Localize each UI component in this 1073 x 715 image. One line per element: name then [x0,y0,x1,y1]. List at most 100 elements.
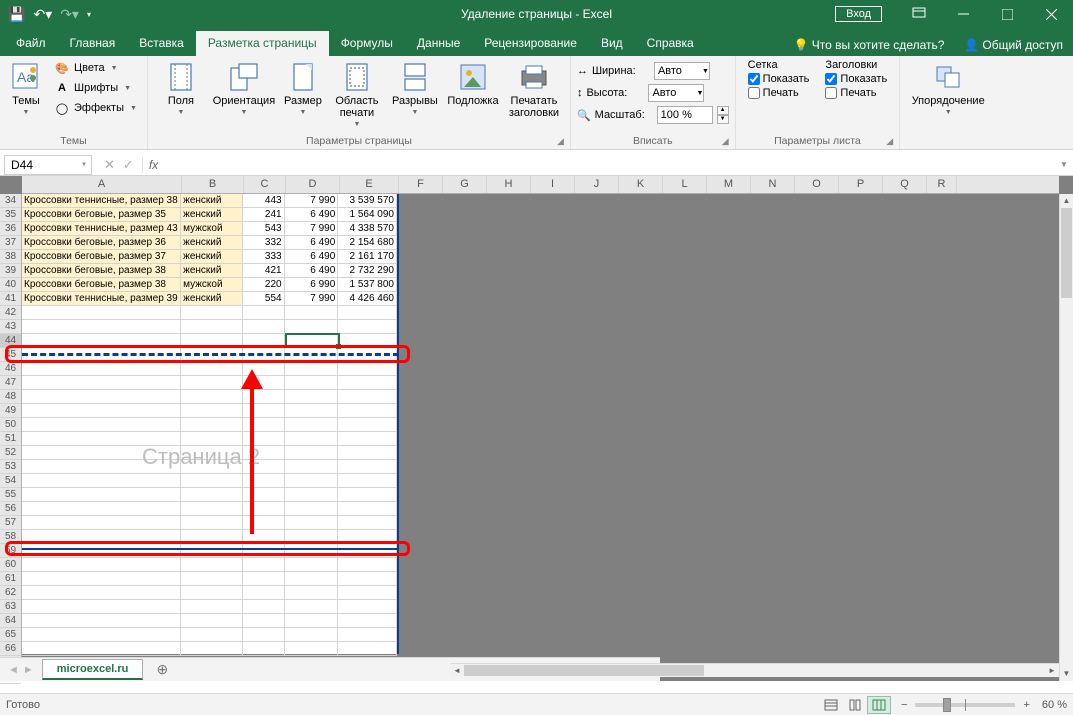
tab-формулы[interactable]: Формулы [329,31,405,56]
row-header-57[interactable]: 57 [0,516,21,530]
undo-icon[interactable]: ↶▾ [33,6,52,23]
cell[interactable] [243,320,285,333]
fonts-button[interactable]: AШрифты▼ [50,79,141,97]
cell[interactable] [243,558,285,571]
cell[interactable] [181,474,243,487]
orientation-button[interactable]: Ориентация▼ [212,59,276,116]
cell[interactable] [243,600,285,613]
cell[interactable]: мужской [181,222,243,235]
cell[interactable]: 4 426 460 [338,292,397,305]
tab-рецензирование[interactable]: Рецензирование [472,31,589,56]
size-button[interactable]: Размер▼ [280,59,326,116]
zoom-out-button[interactable]: − [901,699,907,711]
cell[interactable] [181,628,243,641]
gridlines-view-check[interactable]: Показать [748,73,810,85]
tab-справка[interactable]: Справка [635,31,706,56]
enter-icon[interactable]: ✓ [123,157,134,173]
col-header-K[interactable]: K [619,176,663,193]
minimize-button[interactable] [941,0,985,28]
zoom-level[interactable]: 60 % [1042,699,1067,711]
ribbon-options-icon[interactable] [897,0,941,28]
cell[interactable] [338,460,397,473]
sheet-nav-prev[interactable]: ◄ [8,664,19,676]
cell[interactable]: 443 [243,194,285,207]
cell[interactable]: 2 161 170 [338,250,397,263]
fit-launcher[interactable]: ◢ [722,136,729,147]
cell[interactable] [22,474,181,487]
background-button[interactable]: Подложка [446,59,500,107]
cell[interactable] [22,572,181,585]
cell[interactable]: 7 990 [285,194,339,207]
row-header-35[interactable]: 35 [0,208,21,222]
cell[interactable] [181,418,243,431]
height-select[interactable]: Авто▼ [648,84,704,102]
share-button[interactable]: 👤Общий доступ [954,34,1073,56]
cell[interactable]: 1 537 800 [338,278,397,291]
margins-button[interactable]: Поля▼ [154,59,208,116]
cell[interactable] [285,474,339,487]
cell[interactable] [181,376,243,389]
view-page-layout-button[interactable] [843,696,867,714]
name-box[interactable]: D44▼ [4,155,92,175]
row-header-47[interactable]: 47 [0,376,21,390]
cell[interactable]: 1 564 090 [338,208,397,221]
cell[interactable] [338,474,397,487]
cell[interactable] [181,600,243,613]
breaks-button[interactable]: Разрывы▼ [388,59,442,116]
cell[interactable]: Кроссовки беговые, размер 37 [22,250,181,263]
scroll-right-icon[interactable]: ► [1045,664,1059,677]
cell[interactable] [338,404,397,417]
cell[interactable] [243,642,285,655]
cell[interactable] [285,502,339,515]
scale-down[interactable]: ▼ [717,115,729,124]
cell[interactable]: 241 [243,208,285,221]
cell[interactable]: 543 [243,222,285,235]
scale-up[interactable]: ▲ [717,106,729,115]
cell[interactable] [181,446,243,459]
cell[interactable] [285,558,339,571]
qat-customize-icon[interactable]: ▾ [87,10,91,19]
cell[interactable] [285,600,339,613]
row-header-49[interactable]: 49 [0,404,21,418]
row-header-43[interactable]: 43 [0,320,21,334]
cell[interactable] [285,488,339,501]
cell[interactable]: мужской [181,278,243,291]
cell[interactable]: 333 [243,250,285,263]
cell[interactable] [22,628,181,641]
row-header-65[interactable]: 65 [0,628,21,642]
tab-разметка-страницы[interactable]: Разметка страницы [196,31,329,56]
col-header-C[interactable]: C [244,176,286,193]
cell[interactable]: женский [181,264,243,277]
cell[interactable] [338,572,397,585]
cell[interactable] [285,432,339,445]
cell[interactable] [181,362,243,375]
cell[interactable]: Кроссовки теннисные, размер 43 [22,222,181,235]
headings-view-check[interactable]: Показать [825,73,887,85]
cell[interactable] [338,516,397,529]
cell[interactable] [338,488,397,501]
cell[interactable]: 2 154 680 [338,236,397,249]
cell[interactable]: 3 539 570 [338,194,397,207]
sheet-launcher[interactable]: ◢ [886,136,893,147]
cell[interactable]: Кроссовки беговые, размер 38 [22,264,181,277]
cell[interactable]: 7 990 [285,222,339,235]
cell[interactable] [285,306,339,319]
row-header-37[interactable]: 37 [0,236,21,250]
cell[interactable]: 6 490 [285,264,339,277]
scroll-down-icon[interactable]: ▼ [1060,667,1073,681]
col-header-D[interactable]: D [286,176,340,193]
row-header-46[interactable]: 46 [0,362,21,376]
cell[interactable] [338,432,397,445]
vscroll-thumb[interactable] [1061,208,1072,298]
cell[interactable] [338,642,397,655]
col-header-I[interactable]: I [531,176,575,193]
cell[interactable] [22,376,181,389]
col-header-Q[interactable]: Q [883,176,927,193]
maximize-button[interactable] [985,0,1029,28]
cell[interactable]: Кроссовки теннисные, размер 39 [22,292,181,305]
cell[interactable] [181,642,243,655]
cell[interactable] [243,628,285,641]
width-select[interactable]: Авто▼ [654,62,710,80]
col-header-M[interactable]: M [707,176,751,193]
cell[interactable]: женский [181,292,243,305]
